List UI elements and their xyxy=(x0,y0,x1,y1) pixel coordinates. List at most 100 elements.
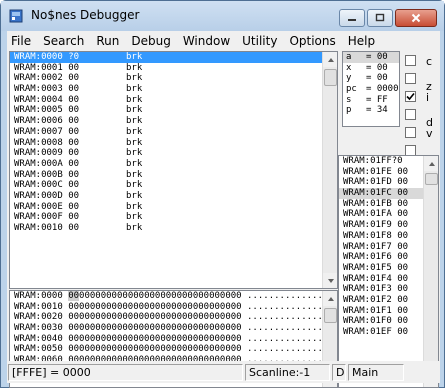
scroll-up-button[interactable] xyxy=(323,291,337,306)
disasm-bytes: 00 xyxy=(68,190,80,201)
register-y[interactable]: y = 00 xyxy=(343,73,399,84)
stack-address: WRAM:01F4 xyxy=(343,273,392,284)
memory-hex: 00000000000000000000000000000000 xyxy=(68,312,242,323)
register-p[interactable]: p = 34 xyxy=(343,105,399,116)
menu-file[interactable]: File xyxy=(7,34,37,48)
disassembly-row[interactable]: WRAM:0006 00 brk xyxy=(10,116,337,127)
stack-address: WRAM:01F5 xyxy=(343,262,392,273)
register-x[interactable]: x = 00 xyxy=(343,63,399,74)
memory-hex: 00000000000000000000000000000000 xyxy=(68,344,242,355)
scroll-thumb[interactable] xyxy=(324,308,337,323)
menu-window[interactable]: Window xyxy=(177,34,236,48)
disasm-mnemonic: brk xyxy=(126,84,143,95)
stack-value: 00 xyxy=(397,230,409,241)
register-s[interactable]: s = FF xyxy=(343,95,399,106)
memory-row[interactable]: WRAM:0000 000000000000000000000000000000… xyxy=(10,291,337,302)
stack-pane[interactable]: WRAM:01FF?0 WRAM:01FE 00 WRAM:01FD 00 WRAM:… xyxy=(338,155,439,388)
flag-c-checkbox[interactable] xyxy=(405,54,416,66)
menu-search[interactable]: Search xyxy=(37,34,90,48)
flag-z-checkbox[interactable] xyxy=(405,72,416,84)
disassembly-row[interactable]: WRAM:0001 00 brk xyxy=(10,63,337,74)
disassembly-row[interactable]: WRAM:0009 00 brk xyxy=(10,148,337,159)
disassembly-row[interactable]: WRAM:000E 00 brk xyxy=(10,202,337,213)
maximize-button[interactable] xyxy=(367,9,393,27)
disassembly-row[interactable]: WRAM:0007 00 brk xyxy=(10,127,337,138)
disasm-mnemonic: brk xyxy=(126,94,143,105)
scroll-up-button[interactable] xyxy=(424,156,438,171)
memory-row[interactable]: WRAM:0050 000000000000000000000000000000… xyxy=(10,344,337,355)
menu-utility[interactable]: Utility xyxy=(236,34,283,48)
disasm-address: WRAM:000B xyxy=(14,169,63,180)
disassembly-row[interactable]: WRAM:0005 00 brk xyxy=(10,105,337,116)
memory-address: WRAM:0020 xyxy=(14,312,63,323)
stack-address: WRAM:01F3 xyxy=(343,284,392,295)
status-scanline: Scanline:-1 xyxy=(245,364,330,381)
stack-address: WRAM:01F2 xyxy=(343,294,392,305)
memory-row[interactable]: WRAM:0040 000000000000000000000000000000… xyxy=(10,334,337,345)
disassembly-pane[interactable]: WRAM:0000 ?0 brk WRAM:0001 00 brk WRAM:0002 … xyxy=(9,51,338,289)
disasm-bytes: 00 xyxy=(68,158,80,169)
scroll-thumb[interactable] xyxy=(324,69,337,86)
disassembly-row[interactable]: WRAM:000D 00 brk xyxy=(10,191,337,202)
register-value: 0000 xyxy=(376,84,399,95)
disasm-mnemonic: brk xyxy=(126,126,143,137)
window-title: No$nes Debugger xyxy=(31,8,140,22)
disassembly-scrollbar[interactable] xyxy=(322,52,337,288)
menu-run[interactable]: Run xyxy=(90,34,125,48)
disassembly-row[interactable]: WRAM:000B 00 brk xyxy=(10,170,337,181)
register-name: pc xyxy=(346,84,357,95)
register-name: s xyxy=(346,94,352,105)
register-a[interactable]: a = 00 xyxy=(343,52,399,63)
flag-v-checkbox[interactable] xyxy=(405,126,416,138)
disasm-bytes: 00 xyxy=(68,126,80,137)
disassembly-row[interactable]: WRAM:000F 00 brk xyxy=(10,212,337,223)
flag-n-checkbox[interactable] xyxy=(405,144,416,156)
memory-row[interactable]: WRAM:0030 000000000000000000000000000000… xyxy=(10,323,337,334)
menu-debug[interactable]: Debug xyxy=(125,34,176,48)
stack-address: WRAM:01FA xyxy=(343,209,392,220)
stack-value: 00 xyxy=(397,252,409,263)
disasm-bytes: 00 xyxy=(68,73,80,84)
scroll-up-button[interactable] xyxy=(323,52,337,67)
disasm-mnemonic: brk xyxy=(126,201,143,212)
disassembly-row[interactable]: WRAM:0008 00 brk xyxy=(10,138,337,149)
memory-ascii: ................ xyxy=(247,323,334,334)
stack-value: 00 xyxy=(397,188,409,199)
flag-i-checkbox[interactable] xyxy=(405,90,416,102)
stack-value: 00 xyxy=(397,209,409,220)
close-icon xyxy=(411,13,421,23)
flag-c: c xyxy=(405,53,440,68)
arrow-up-icon xyxy=(327,296,334,301)
flag-d-checkbox[interactable] xyxy=(405,108,416,120)
register-value: 00 xyxy=(376,62,388,73)
stack-address: WRAM:01FB xyxy=(343,198,392,209)
disassembly-row[interactable]: WRAM:0000 ?0 brk xyxy=(10,52,337,63)
memory-cursor-byte[interactable]: 00 xyxy=(68,291,80,301)
disassembly-row[interactable]: WRAM:0002 00 brk xyxy=(10,73,337,84)
memory-ascii: ................ xyxy=(247,301,334,312)
disassembly-row[interactable]: WRAM:000C 00 brk xyxy=(10,180,337,191)
close-button[interactable] xyxy=(395,9,437,27)
minimize-button[interactable] xyxy=(339,9,365,27)
disasm-address: WRAM:0000 xyxy=(14,52,63,62)
scroll-thumb[interactable] xyxy=(425,173,438,185)
memory-row[interactable]: WRAM:0020 000000000000000000000000000000… xyxy=(10,312,337,323)
disasm-bytes: 00 xyxy=(68,62,80,73)
stack-value: 00 xyxy=(397,166,409,177)
disassembly-row[interactable]: WRAM:000A 00 brk xyxy=(10,159,337,170)
disasm-address: WRAM:0001 xyxy=(14,62,63,73)
memory-ascii: ................ xyxy=(247,312,334,323)
scroll-down-button[interactable] xyxy=(323,273,337,288)
title-bar[interactable]: No$nes Debugger xyxy=(1,1,444,31)
stack-scrollbar[interactable] xyxy=(423,156,438,387)
registers-pane[interactable]: a = 00 x = 00 y = 00 pc = 0000 s = FF p = 34 xyxy=(342,51,400,127)
disassembly-row[interactable]: WRAM:0004 00 brk xyxy=(10,95,337,106)
menu-options[interactable]: Options xyxy=(283,34,341,48)
menu-help[interactable]: Help xyxy=(342,34,381,48)
disasm-bytes: 00 xyxy=(68,180,80,191)
disassembly-row[interactable]: WRAM:0003 00 brk xyxy=(10,84,337,95)
disasm-mnemonic: brk xyxy=(126,62,143,73)
disassembly-row[interactable]: WRAM:0010 00 brk xyxy=(10,223,337,234)
register-pc[interactable]: pc = 0000 xyxy=(343,84,399,95)
memory-row[interactable]: WRAM:0010 000000000000000000000000000000… xyxy=(10,302,337,313)
